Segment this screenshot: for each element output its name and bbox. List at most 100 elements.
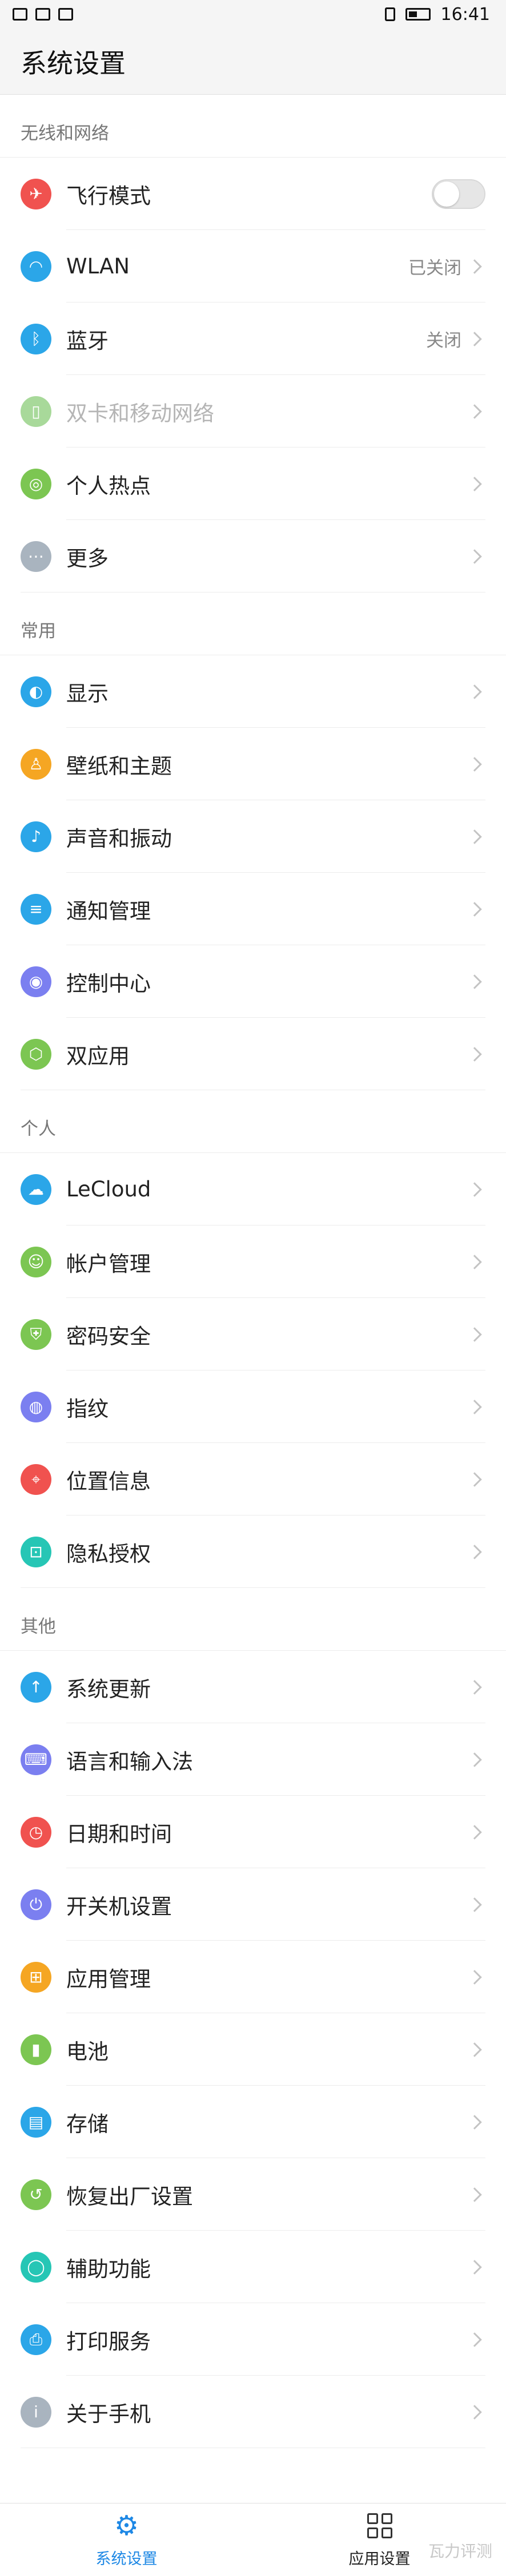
settings-item-value: 关闭	[426, 330, 461, 351]
settings-item[interactable]: ♪ 声音和振动	[0, 800, 506, 873]
settings-item[interactable]: ◷ 日期和时间	[0, 1796, 506, 1868]
settings-item[interactable]: ⏻ 开关机设置	[0, 1868, 506, 1941]
nav-item[interactable]: ⚙ 系统设置	[0, 2504, 253, 2576]
hotspot-icon: ◎	[21, 468, 51, 499]
settings-item[interactable]: ⎙ 打印服务	[0, 2303, 506, 2376]
section-header: 个人	[0, 1090, 506, 1153]
accessibility-icon: ◯	[21, 2251, 51, 2283]
settings-item[interactable]: ◉ 控制中心	[0, 945, 506, 1018]
display-icon: ◐	[21, 676, 51, 707]
chevron-right-icon	[467, 901, 482, 917]
chevron-right-icon	[467, 1327, 482, 1342]
settings-item[interactable]: ⌨ 语言和输入法	[0, 1723, 506, 1796]
settings-item-label: 双卡和移动网络	[66, 401, 214, 426]
settings-item[interactable]: ≡ 通知管理	[0, 873, 506, 945]
chevron-right-icon	[467, 829, 482, 844]
app-bar: 系统设置	[0, 29, 506, 95]
settings-item[interactable]: ◍ 指纹	[0, 1370, 506, 1443]
chevron-right-icon	[467, 1182, 482, 1197]
bluetooth-icon: ᛒ	[21, 323, 51, 354]
chevron-right-icon	[467, 2259, 482, 2275]
settings-item-label: 应用管理	[66, 1966, 151, 1992]
page-title: 系统设置	[21, 47, 126, 79]
settings-item-label: 密码安全	[66, 1324, 151, 1349]
section-header: 其他	[0, 1588, 506, 1651]
settings-item[interactable]: ▮ 电池	[0, 2013, 506, 2086]
settings-item[interactable]: ⋯ 更多	[0, 520, 506, 592]
settings-item[interactable]: ◐ 显示	[0, 655, 506, 728]
nav-label: 系统设置	[95, 2550, 158, 2568]
settings-item[interactable]: ☺ 帐户管理	[0, 1225, 506, 1298]
storage-icon: ▤	[21, 2106, 51, 2138]
grid-icon	[365, 2511, 395, 2541]
account-icon: ☺	[21, 1246, 51, 1277]
update-icon: ↑	[21, 1671, 51, 1703]
apps-icon: ⊞	[21, 1961, 51, 1993]
section-header: 无线和网络	[0, 95, 506, 158]
settings-item[interactable]: ◯ 辅助功能	[0, 2231, 506, 2303]
chevron-right-icon	[467, 1679, 482, 1695]
chevron-right-icon	[467, 2187, 482, 2202]
chevron-right-icon	[467, 2404, 482, 2420]
settings-item-label: LeCloud	[66, 1177, 151, 1202]
settings-item[interactable]: ⛨ 密码安全	[0, 1298, 506, 1370]
settings-item-label: 语言和输入法	[66, 1749, 193, 1774]
settings-item-label: 蓝牙	[66, 328, 109, 353]
chevron-right-icon	[467, 1544, 482, 1559]
settings-item-label: 开关机设置	[66, 1894, 172, 1919]
airplane-mode-toggle[interactable]	[432, 179, 485, 209]
settings-item-label: 控制中心	[66, 971, 151, 996]
cloud-icon: ☁	[21, 1174, 51, 1205]
settings-item-label: 飞行模式	[66, 183, 151, 208]
settings-item[interactable]: ☁ LeCloud	[0, 1153, 506, 1225]
settings-item[interactable]: ◎ 个人热点	[0, 448, 506, 520]
settings-item[interactable]: ⌖ 位置信息	[0, 1443, 506, 1515]
clock-icon: ◷	[21, 1816, 51, 1848]
settings-item[interactable]: ↺ 恢复出厂设置	[0, 2158, 506, 2231]
chevron-right-icon	[467, 549, 482, 564]
status-bar: 16:41	[0, 0, 506, 29]
print-icon: ⎙	[21, 2324, 51, 2355]
settings-item[interactable]: ᛒ 蓝牙 关闭	[0, 303, 506, 375]
settings-item[interactable]: ⊡ 隐私授权	[0, 1515, 506, 1588]
settings-item-label: 个人热点	[66, 473, 151, 498]
settings-item[interactable]: ⊞ 应用管理	[0, 1941, 506, 2013]
settings-item-label: 壁纸和主题	[66, 753, 172, 779]
settings-item-label: 指纹	[66, 1396, 109, 1421]
settings-item[interactable]: ⬡ 双应用	[0, 1018, 506, 1090]
settings-item-label: 声音和振动	[66, 826, 172, 851]
app-notification-icon	[35, 8, 50, 21]
status-time: 16:41	[440, 4, 490, 25]
chevron-right-icon	[467, 2332, 482, 2347]
settings-item[interactable]: ▤ 存储	[0, 2086, 506, 2158]
airplane-icon: ✈	[21, 178, 51, 209]
settings-item-label: 位置信息	[66, 1469, 151, 1494]
settings-item-label: WLAN	[66, 254, 130, 279]
settings-item[interactable]: ♙ 壁纸和主题	[0, 728, 506, 800]
settings-item[interactable]: ◠ WLAN 已关闭	[0, 230, 506, 303]
chevron-right-icon	[467, 1824, 482, 1840]
settings-item[interactable]: ↑ 系统更新	[0, 1651, 506, 1723]
settings-item-label: 系统更新	[66, 1676, 151, 1702]
theme-icon: ♙	[21, 748, 51, 780]
chevron-right-icon	[467, 1752, 482, 1767]
sound-icon: ♪	[21, 821, 51, 852]
chevron-right-icon	[467, 2042, 482, 2057]
image-icon	[13, 8, 27, 21]
settings-item[interactable]: ✈ 飞行模式	[0, 158, 506, 230]
settings-list: 无线和网络 ✈ 飞行模式 ◠ WLAN 已关闭 ᛒ 蓝牙 关闭 ▯ 双卡和移动网络 ◎ 个人热点 ⋯ 更多常…	[0, 95, 506, 2448]
settings-item-label: 日期和时间	[66, 1821, 172, 1847]
settings-item[interactable]: i 关于手机	[0, 2376, 506, 2448]
chevron-right-icon	[467, 684, 482, 699]
chevron-right-icon	[467, 476, 482, 491]
keyboard-icon: ⌨	[21, 1744, 51, 1775]
chevron-right-icon	[467, 404, 482, 419]
chevron-right-icon	[467, 331, 482, 346]
settings-item-label: 显示	[66, 681, 109, 706]
status-icons-right: 16:41	[384, 4, 490, 25]
chevron-right-icon	[467, 1969, 482, 1985]
notification-icon: ≡	[21, 893, 51, 925]
chevron-right-icon	[467, 756, 482, 772]
watermark: 瓦力评测	[428, 2542, 492, 2561]
dual-app-icon: ⬡	[21, 1038, 51, 1070]
